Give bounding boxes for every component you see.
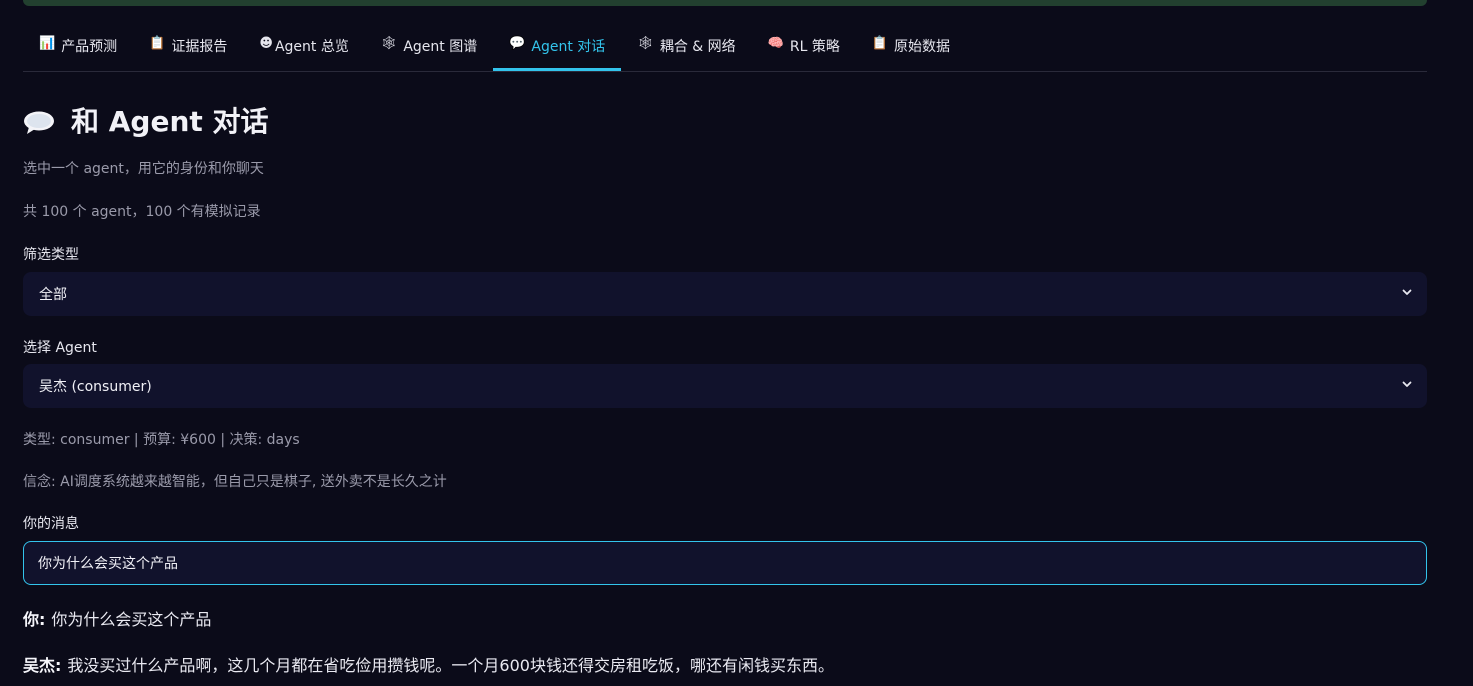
filter-selected-value: 全部 [39,287,67,303]
network-icon: 🕸 [637,36,654,51]
agent-summary: 共 100 个 agent，100 个有模拟记录 [23,204,261,220]
page-title-text: 和 Agent 对话 [71,105,269,138]
chevron-down-icon [1402,289,1412,295]
chat-text: 我没买过什么产品啊，这几个月都在省吃俭用攒钱呢。一个月600块钱还得交房租吃饭，… [67,656,834,675]
tab-product-forecast[interactable]: 📊 产品预测 [23,22,133,69]
speech-bubble-icon: 💬 [509,36,526,51]
tab-label: Agent 图谱 [403,39,478,55]
tab-evidence-report[interactable]: 📋 证据报告 [133,22,243,69]
clipboard-icon: 📋 [871,36,889,51]
clipboard-icon: 📋 [149,36,166,51]
tab-label: 产品预测 [61,39,118,55]
message-label: 你的消息 [23,516,79,532]
filter-select[interactable]: 全部 [23,272,1427,316]
bar-chart-icon: 📊 [39,36,56,51]
tab-label: 证据报告 [171,39,228,55]
speech-bubble-icon [23,109,54,134]
main-content: 和 Agent 对话 选中一个 agent，用它的身份和你聊天 共 100 个 … [23,96,1427,675]
chat-message-user: 你: 你为什么会买这个产品 [23,606,211,630]
tab-rl-strategy[interactable]: 🧠 RL 策略 [752,22,856,69]
top-status-bar [23,0,1427,6]
tab-label: RL 策略 [789,39,840,55]
tab-agent-overview[interactable]: ☻ Agent 总览 [243,22,364,69]
tab-label: 原始数据 [894,39,951,55]
message-input[interactable] [23,541,1427,585]
tab-label: Agent 对话 [531,39,606,55]
page-title: 和 Agent 对话 [23,96,1427,144]
tab-coupling-network[interactable]: 🕸 耦合 & 网络 [621,22,751,69]
chat-message-agent: 吴杰: 我没买过什么产品啊，这几个月都在省吃俭用攒钱呢。一个月600块钱还得交房租… [23,652,834,676]
agent-select[interactable]: 吴杰 (consumer) [23,364,1427,408]
tab-agent-graph[interactable]: 🕸 Agent 图谱 [365,22,493,69]
page-subtitle: 选中一个 agent，用它的身份和你聊天 [23,161,264,177]
tab-label: 耦合 & 网络 [659,39,736,55]
tab-bar: 📊 产品预测 📋 证据报告 ☻ Agent 总览 🕸 Agent 图谱 💬 Ag… [23,22,1427,72]
chat-speaker: 你: [23,610,46,629]
brain-icon: 🧠 [767,36,784,51]
chat-text: 你为什么会买这个产品 [51,610,212,629]
filter-label: 筛选类型 [23,247,79,263]
chat-speaker: 吴杰: [23,656,62,675]
agent-meta: 类型: consumer | 预算: ¥600 | 决策: days [23,432,300,448]
network-icon: 🕸 [380,36,398,51]
agent-selected-value: 吴杰 (consumer) [39,379,152,395]
chevron-down-icon [1402,381,1412,387]
tab-raw-data[interactable]: 📋 原始数据 [856,22,966,69]
tab-agent-chat[interactable]: 💬 Agent 对话 [493,22,622,71]
agent-select-label: 选择 Agent [23,340,97,356]
agent-belief: 信念: AI调度系统越来越智能，但自己只是棋子, 送外卖不是长久之计 [23,474,447,490]
tab-label: Agent 总览 [274,39,349,55]
face-icon: ☻ [259,36,273,51]
